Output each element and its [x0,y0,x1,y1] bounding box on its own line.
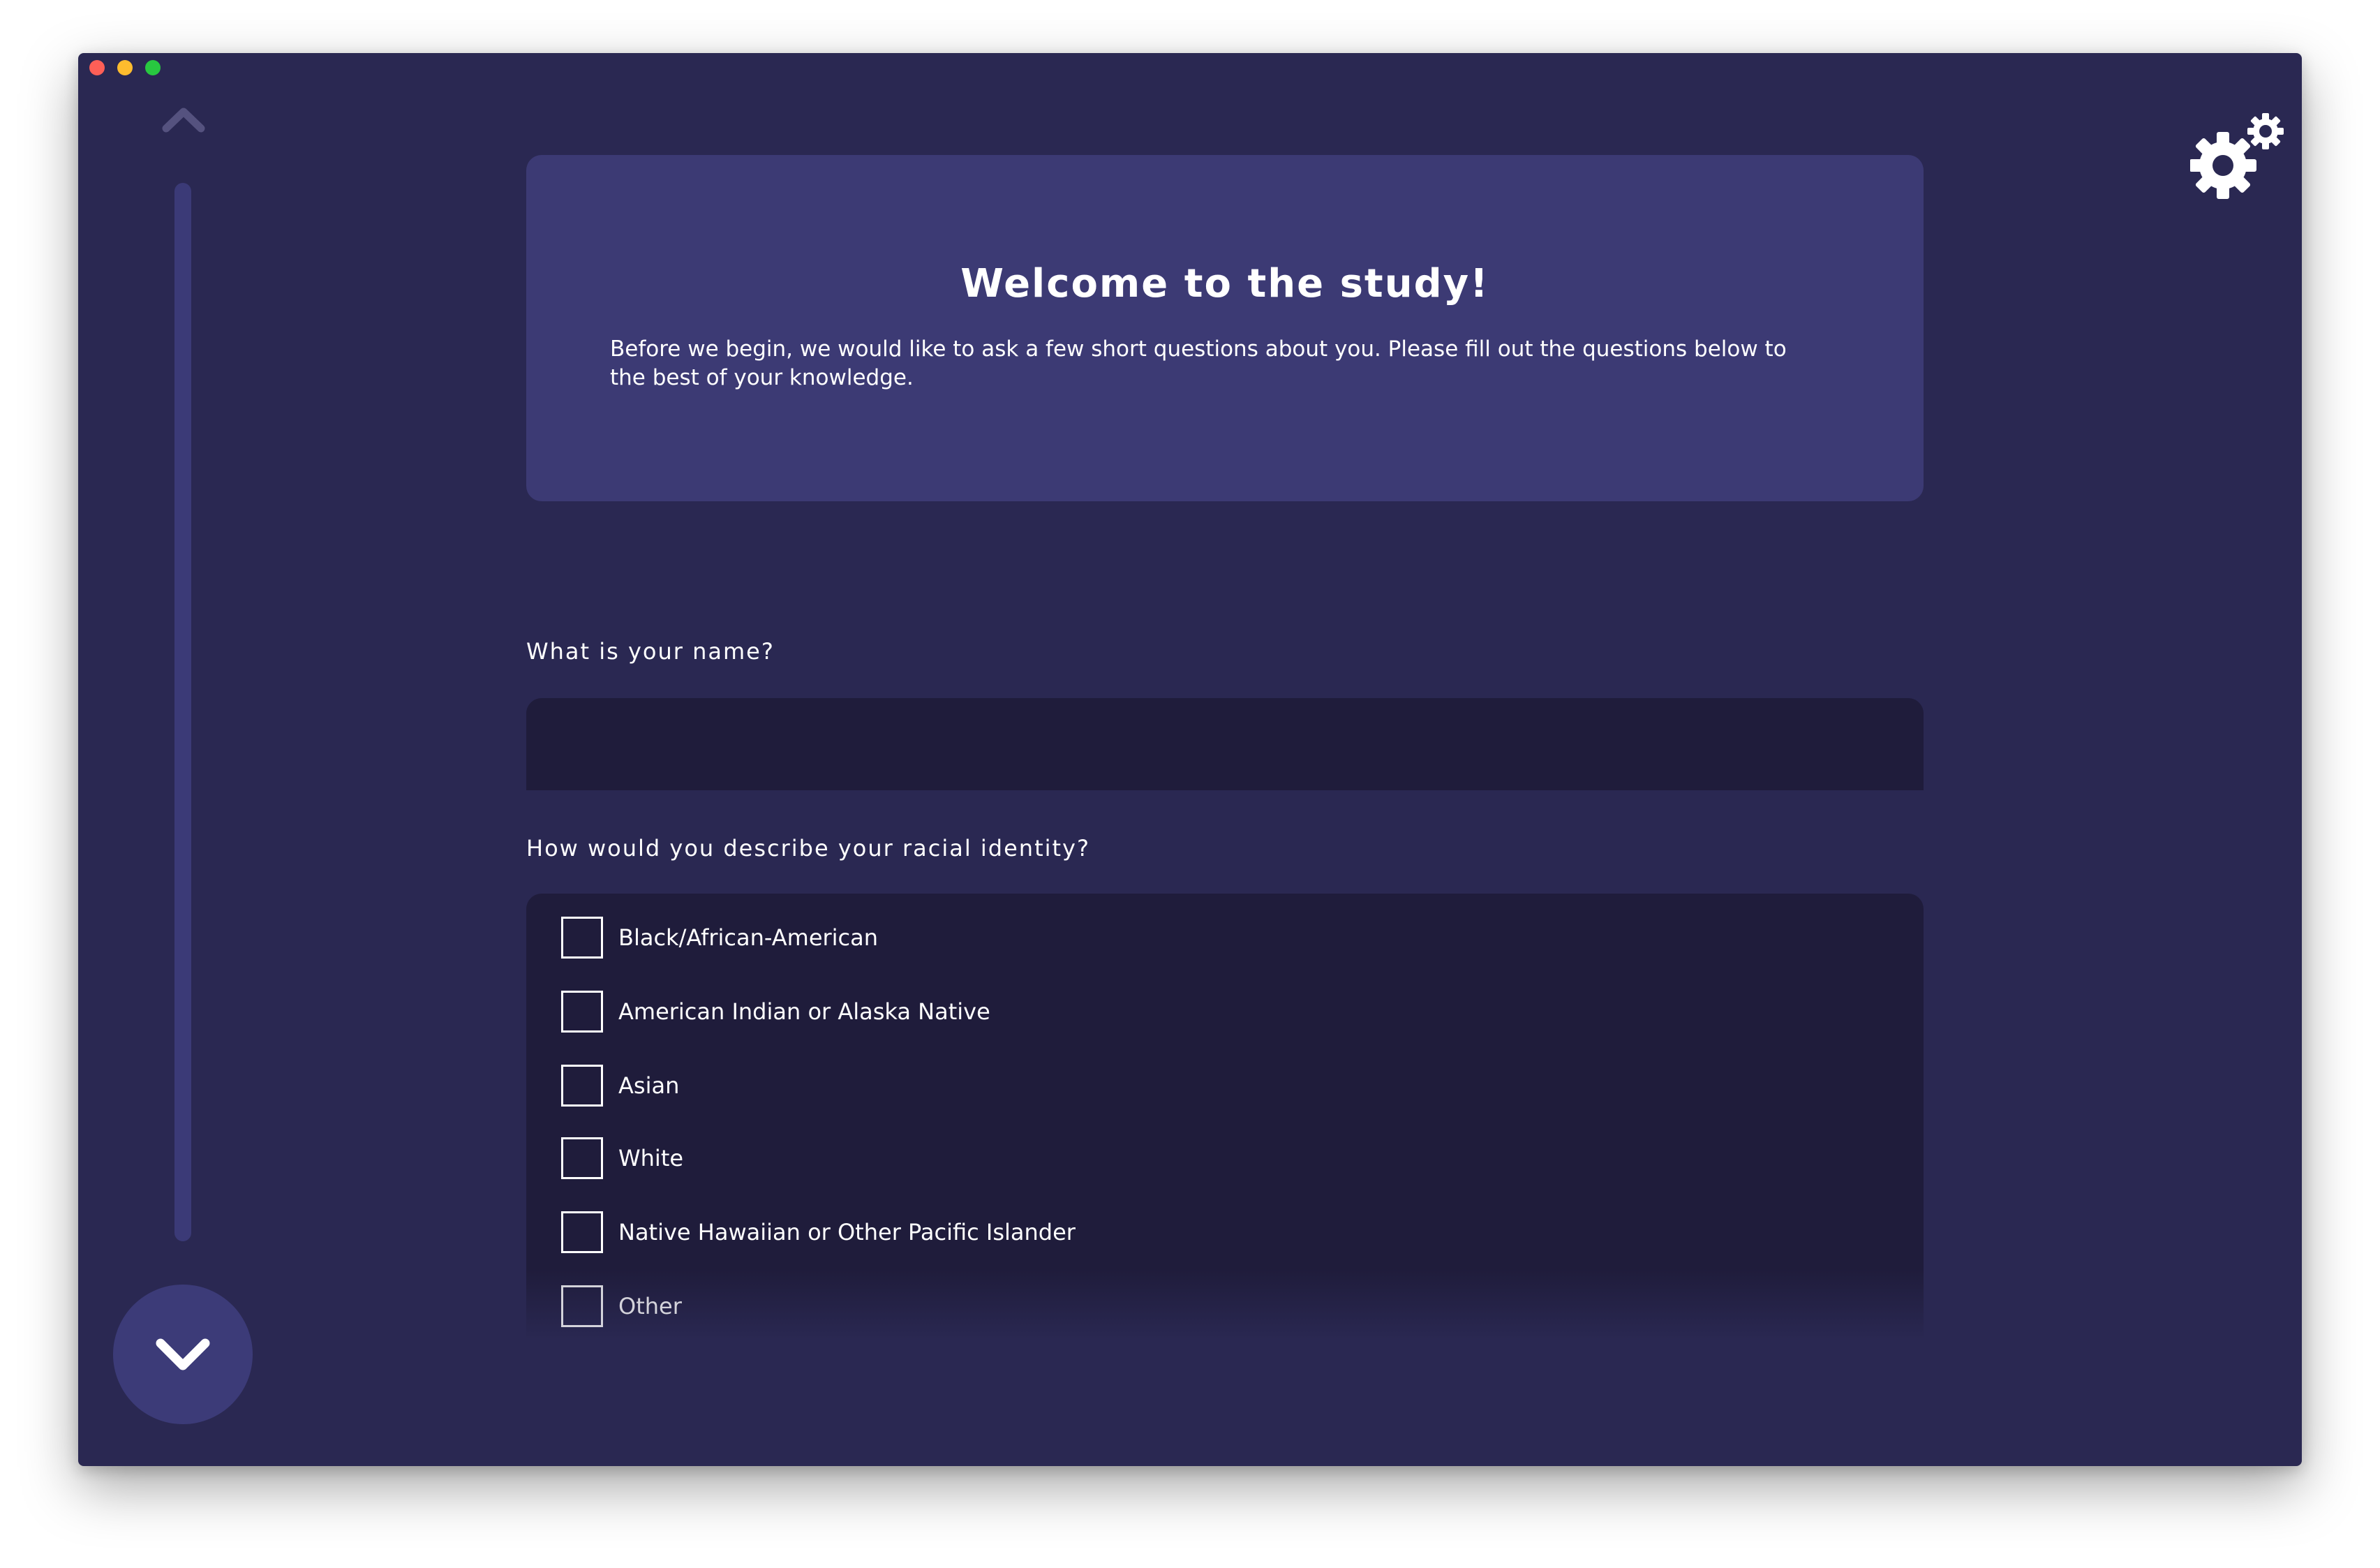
maximize-window-button[interactable] [145,60,161,75]
race-option-asian[interactable]: Asian [561,1063,679,1109]
race-option-black[interactable]: Black/African-American [561,915,878,961]
checkbox[interactable] [561,1211,603,1253]
welcome-card: Welcome to the study! Before we begin, w… [526,155,1924,501]
checkbox[interactable] [561,1285,603,1327]
race-option-label: Black/African-American [618,924,879,951]
chevron-down-icon [156,1338,210,1370]
race-option-other[interactable]: Other [561,1283,682,1329]
welcome-intro: Before we begin, we would like to ask a … [610,336,1787,390]
checkbox[interactable] [561,1137,603,1179]
settings-button[interactable] [2189,112,2288,202]
race-option-american-indian[interactable]: American Indian or Alaska Native [561,989,990,1035]
progress-scrollbar[interactable] [174,183,191,1241]
name-question-label: What is your name? [526,638,775,665]
race-option-label: American Indian or Alaska Native [618,998,990,1025]
race-option-label: Native Hawaiian or Other Pacific Islande… [618,1219,1076,1245]
gears-icon [2189,113,2284,199]
race-option-pacific-islander[interactable]: Native Hawaiian or Other Pacific Islande… [561,1209,1076,1255]
minimize-window-button[interactable] [117,60,133,75]
race-option-label: Asian [618,1072,680,1099]
scroll-down-button[interactable] [113,1285,253,1424]
checkbox[interactable] [561,1065,603,1107]
race-options-list: Black/African-American American Indian o… [526,894,1924,1340]
name-input[interactable] [526,698,1924,790]
race-option-label: Other [618,1293,682,1319]
race-question-label: How would you describe your racial ident… [526,835,1090,861]
race-option-label: White [618,1145,684,1171]
app-window: Welcome to the study! Before we begin, w… [78,53,2302,1466]
welcome-title: Welcome to the study! [960,261,1489,306]
race-option-white[interactable]: White [561,1135,683,1181]
scroll-up-button[interactable] [161,103,207,134]
chevron-up-icon [162,108,205,133]
close-window-button[interactable] [89,60,105,75]
window-controls [89,60,161,75]
checkbox[interactable] [561,991,603,1033]
checkbox[interactable] [561,917,603,959]
